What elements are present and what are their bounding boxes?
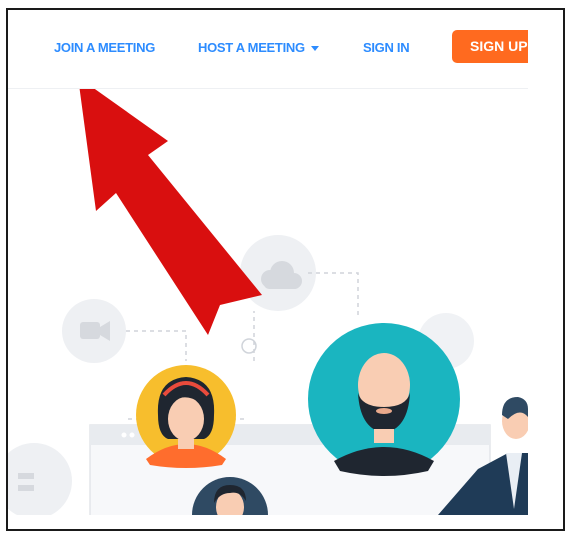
sign-up-button[interactable]: SIGN UP bbox=[452, 30, 528, 63]
video-camera-icon bbox=[80, 321, 110, 341]
background-icon-bar bbox=[18, 473, 34, 479]
host-meeting-dropdown[interactable]: HOST A MEETING bbox=[198, 40, 319, 55]
window-dot bbox=[129, 432, 135, 438]
top-navigation: JOIN A MEETING HOST A MEETING SIGN IN SI… bbox=[8, 10, 528, 89]
hero-illustration bbox=[8, 89, 528, 515]
join-meeting-link[interactable]: JOIN A MEETING bbox=[54, 40, 155, 55]
browser-viewport: JOIN A MEETING HOST A MEETING SIGN IN SI… bbox=[8, 10, 528, 515]
sign-in-link[interactable]: SIGN IN bbox=[363, 40, 410, 55]
screenshot-frame: JOIN A MEETING HOST A MEETING SIGN IN SI… bbox=[6, 8, 565, 531]
background-icon-bar bbox=[18, 485, 34, 491]
caret-down-icon bbox=[310, 46, 319, 52]
background-circle-bottom-left bbox=[8, 443, 72, 515]
window-dot bbox=[121, 432, 127, 438]
host-meeting-label: HOST A MEETING bbox=[198, 40, 305, 55]
avatar-man bbox=[308, 323, 460, 476]
